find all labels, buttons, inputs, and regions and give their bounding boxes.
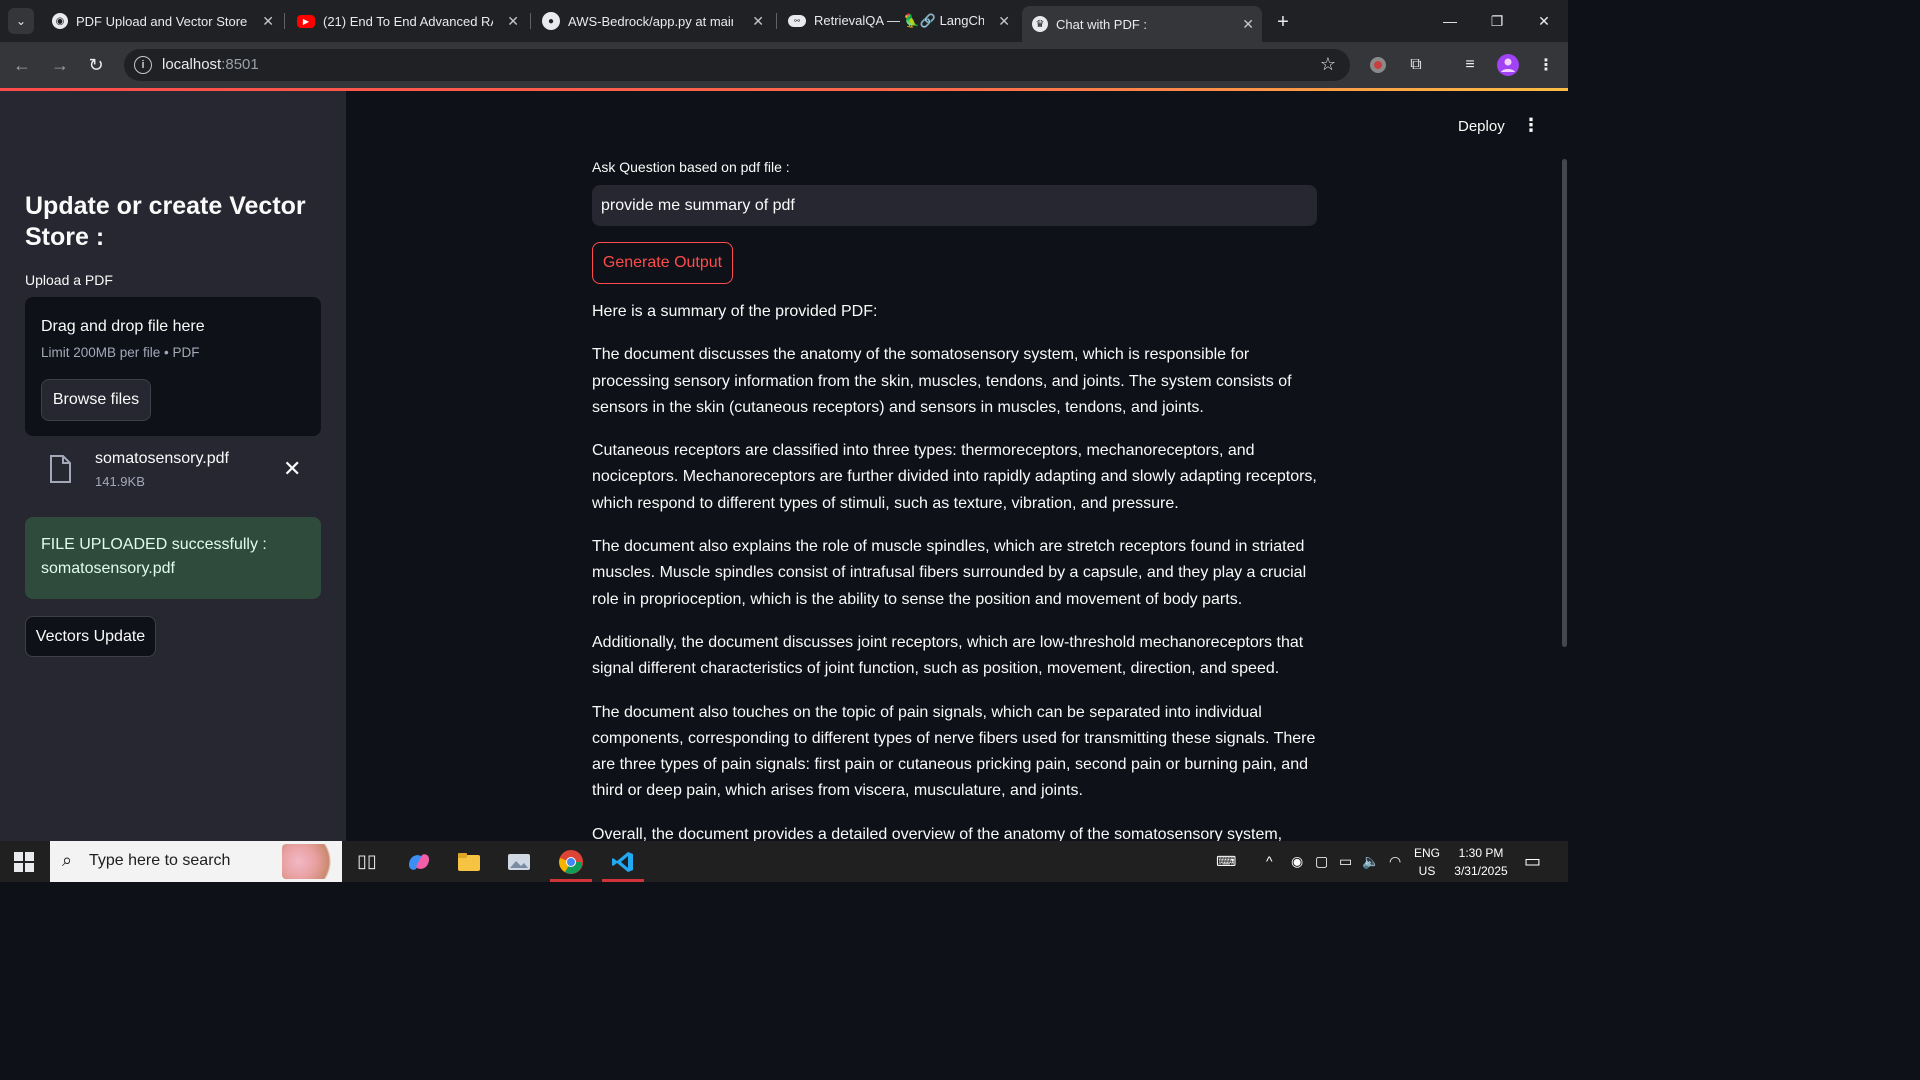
tab-github[interactable]: ● AWS-Bedrock/app.py at main · ✕	[532, 6, 772, 36]
main-content: Deploy ⋮ Ask Question based on pdf file …	[346, 91, 1568, 841]
question-label: Ask Question based on pdf file :	[592, 159, 790, 175]
answer-paragraph: Overall, the document provides a detaile…	[592, 825, 1283, 841]
answer-paragraph: Cutaneous receptors are classified into …	[592, 442, 1317, 512]
meet-now-icon[interactable]: ▢	[1315, 853, 1328, 870]
answer-paragraph: Additionally, the document discusses joi…	[592, 633, 1304, 678]
answer-paragraph: The document also touches on the topic o…	[592, 703, 1316, 800]
forward-icon[interactable]: →	[48, 53, 72, 77]
close-window-icon[interactable]: ✕	[1524, 8, 1564, 34]
main-menu-icon[interactable]: ⋮	[1522, 115, 1540, 136]
extensions-puzzle-icon[interactable]: ⧉	[1404, 53, 1428, 77]
upload-success-alert: FILE UPLOADED successfully : somatosenso…	[25, 517, 321, 599]
youtube-favicon-icon: ▶	[297, 14, 315, 28]
tab-separator	[776, 13, 777, 29]
sidebar-title: Update or create Vector Store :	[25, 192, 306, 251]
tab-youtube[interactable]: ▶ (21) End To End Advanced RAG ✕	[287, 6, 527, 36]
task-view-icon[interactable]: ▯▯	[344, 841, 390, 882]
address-bar[interactable]: i localhost:8501 ☆	[124, 49, 1350, 81]
url-text[interactable]: localhost:8501	[162, 56, 259, 73]
close-icon[interactable]: ✕	[507, 13, 519, 30]
file-explorer-icon[interactable]	[446, 841, 492, 882]
clock[interactable]: 1:30 PM 3/31/2025	[1448, 844, 1514, 880]
tab-langchain[interactable]: ⚯ RetrievalQA — 🦜🔗 LangChain ✕	[778, 6, 1018, 36]
generate-output-button[interactable]: Generate Output	[592, 242, 733, 284]
uploaded-file: somatosensory.pdf 141.9KB ✕	[25, 446, 321, 496]
streamlit-favicon-icon: ♛	[1032, 16, 1048, 32]
close-icon[interactable]: ✕	[752, 13, 764, 30]
tab-title: RetrievalQA — 🦜🔗 LangChain	[814, 13, 984, 28]
streamlit-favicon-icon: ◉	[52, 13, 68, 29]
langchain-favicon-icon: ⚯	[788, 15, 806, 27]
search-placeholder: Type here to search	[89, 852, 231, 869]
remove-file-icon[interactable]: ✕	[283, 456, 301, 482]
scrollbar[interactable]	[1562, 159, 1567, 647]
file-size: 141.9KB	[95, 474, 145, 489]
browse-files-button[interactable]: Browse files	[41, 379, 151, 421]
battery-icon[interactable]: ▭	[1339, 853, 1352, 870]
dropzone-limit: Limit 200MB per file • PDF	[41, 345, 200, 360]
browser-tab-strip: ⌄ ◉ PDF Upload and Vector Store ✕ ▶ (21)…	[0, 0, 1568, 42]
vscode-icon[interactable]	[600, 841, 646, 882]
chrome-icon[interactable]	[548, 841, 594, 882]
sidebar: Update or create Vector Store : Upload a…	[0, 91, 346, 841]
search-highlight-image	[282, 844, 338, 879]
media-control-icon[interactable]: ≡	[1458, 53, 1482, 77]
copilot-icon[interactable]	[396, 841, 442, 882]
extension-avatar-icon[interactable]	[1366, 53, 1390, 77]
notifications-icon[interactable]: ▭	[1524, 851, 1541, 872]
volume-icon[interactable]: 🔈	[1362, 853, 1379, 870]
show-hidden-icons-chevron-icon[interactable]: ^	[1266, 853, 1273, 869]
tab-pdf-upload[interactable]: ◉ PDF Upload and Vector Store ✕	[42, 6, 282, 36]
close-icon[interactable]: ✕	[998, 13, 1010, 30]
profile-avatar-icon[interactable]	[1496, 53, 1520, 77]
photos-app-icon[interactable]	[496, 841, 542, 882]
browser-toolbar: ← → ↻ i localhost:8501 ☆ ⧉ ≡ ⋮	[0, 42, 1568, 88]
record-icon[interactable]: ◉	[1291, 853, 1303, 870]
restore-icon[interactable]: ❐	[1477, 8, 1517, 34]
browser-menu-icon[interactable]: ⋮	[1534, 53, 1558, 77]
reload-icon[interactable]: ↻	[84, 53, 108, 77]
new-tab-icon[interactable]: +	[1270, 9, 1296, 35]
windows-start-icon[interactable]	[14, 852, 34, 872]
vectors-update-button[interactable]: Vectors Update	[25, 616, 156, 657]
close-icon[interactable]: ✕	[262, 13, 274, 30]
bookmark-star-icon[interactable]: ☆	[1320, 54, 1336, 75]
taskbar-search[interactable]: ⌕ Type here to search	[50, 841, 342, 882]
question-input[interactable]	[592, 185, 1317, 226]
tab-title: (21) End To End Advanced RAG	[323, 13, 493, 29]
github-favicon-icon: ●	[542, 12, 560, 30]
answer-paragraph: The document discusses the anatomy of th…	[592, 346, 1292, 416]
tab-search-icon[interactable]: ⌄	[8, 8, 34, 34]
tab-chat-with-pdf[interactable]: ♛ Chat with PDF : ✕	[1022, 6, 1262, 42]
tab-separator	[284, 13, 285, 29]
answer-paragraph: Here is a summary of the provided PDF:	[592, 303, 878, 320]
taskbar: ⌕ Type here to search ▯▯ ⌨ ^ ◉ ▢ ▭ 🔈 ◠ E…	[0, 841, 1568, 882]
answer-output: Here is a summary of the provided PDF: T…	[592, 299, 1322, 841]
file-name: somatosensory.pdf	[95, 450, 229, 467]
tab-title: Chat with PDF :	[1056, 16, 1148, 32]
close-icon[interactable]: ✕	[1242, 16, 1254, 33]
back-icon[interactable]: ←	[10, 53, 34, 77]
tab-title: PDF Upload and Vector Store	[76, 13, 248, 29]
wifi-icon[interactable]: ◠	[1389, 853, 1401, 870]
dropzone-title: Drag and drop file here	[41, 318, 205, 335]
tab-title: AWS-Bedrock/app.py at main ·	[568, 13, 733, 29]
upload-label: Upload a PDF	[25, 272, 113, 288]
search-icon: ⌕	[62, 850, 73, 870]
file-dropzone[interactable]: Drag and drop file here Limit 200MB per …	[25, 297, 321, 436]
tab-separator	[530, 13, 531, 29]
site-info-icon[interactable]: i	[134, 56, 152, 74]
keyboard-icon[interactable]: ⌨	[1216, 853, 1236, 870]
minimize-icon[interactable]: —	[1430, 8, 1470, 34]
file-icon	[50, 455, 71, 483]
deploy-button[interactable]: Deploy	[1458, 118, 1505, 135]
input-language[interactable]: ENG US	[1410, 844, 1444, 880]
answer-paragraph: The document also explains the role of m…	[592, 538, 1307, 608]
